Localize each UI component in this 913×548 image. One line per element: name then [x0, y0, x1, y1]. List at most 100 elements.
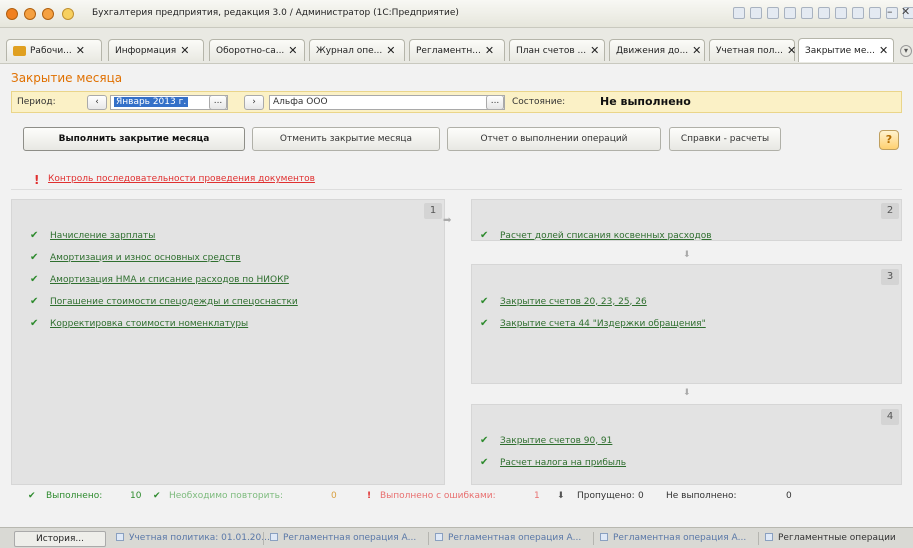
forward-icon[interactable] — [42, 8, 54, 20]
skipped-label: Пропущено: — [577, 491, 635, 501]
sequence-control-link[interactable]: Контроль последовательности проведения д… — [48, 174, 315, 184]
period-prev-button[interactable]: ‹ — [87, 95, 107, 110]
minimize-icon[interactable]: – — [887, 5, 893, 18]
history-item[interactable]: Регламентная операция А... — [596, 531, 750, 547]
warning-icon: ! — [34, 173, 40, 187]
check-icon: ✔ — [30, 252, 39, 263]
list-item: ✔ Закрытие счетов 20, 23, 25, 26 — [480, 296, 647, 307]
period-field[interactable]: Январь 2013 г. ... — [110, 95, 228, 110]
close-icon[interactable]: ✕ — [590, 44, 599, 57]
list-item: ✔ Расчет долей списания косвенных расход… — [480, 230, 712, 241]
tab-turnover[interactable]: Оборотно-са... ✕ — [209, 39, 305, 61]
status-bar: История... Учетная политика: 01.01.20...… — [0, 527, 913, 548]
title-bar: Бухгалтерия предприятия, редакция 3.0 / … — [0, 0, 913, 28]
calendar-icon[interactable] — [801, 7, 813, 19]
tabs-scroll-icon[interactable]: ▾ — [900, 45, 912, 57]
history-item[interactable]: Регламентные операции — [761, 531, 900, 547]
history-item[interactable]: Регламентная операция А... — [266, 531, 420, 547]
period-label: Период: — [17, 97, 56, 107]
home-icon — [13, 45, 26, 56]
close-icon[interactable]: ✕ — [485, 44, 494, 57]
repeat-count: 0 — [331, 491, 337, 501]
save-icon[interactable] — [733, 7, 745, 19]
table-icon[interactable] — [835, 7, 847, 19]
calculator-icon[interactable] — [818, 7, 830, 19]
close-icon[interactable]: ✕ — [787, 44, 796, 57]
close-icon[interactable]: ✕ — [386, 44, 395, 57]
check-icon: ✔ — [28, 491, 36, 501]
panel-number: 2 — [881, 203, 899, 219]
check-icon: ✔ — [480, 318, 489, 329]
references-button[interactable]: Справки - расчеты — [669, 127, 781, 151]
state-label: Состояние: — [512, 97, 566, 107]
check-icon: ✔ — [30, 274, 39, 285]
check-icon: ✔ — [480, 457, 489, 468]
organization-select-button[interactable]: ... — [486, 95, 504, 110]
done-count: 10 — [130, 491, 142, 501]
arrow-down-icon: ⬇ — [683, 388, 691, 398]
run-month-close-button[interactable]: Выполнить закрытие месяца — [23, 127, 245, 151]
tab-reglament[interactable]: Регламентн... ✕ — [409, 39, 505, 61]
repeat-label: Необходимо повторить: — [169, 491, 284, 501]
back-icon[interactable] — [24, 8, 36, 20]
divider — [263, 532, 264, 545]
help-icon[interactable]: ? — [879, 130, 899, 150]
window-title: Бухгалтерия предприятия, редакция 3.0 / … — [92, 8, 459, 18]
partial-check-icon: ✔ — [30, 230, 39, 241]
tab-movements[interactable]: Движения до... ✕ — [609, 39, 705, 61]
tab-month-close[interactable]: Закрытие ме... ✕ — [798, 38, 894, 62]
check-icon: ✔ — [30, 318, 39, 329]
close-icon[interactable]: ✕ — [288, 44, 297, 57]
list-item: ✔ Закрытие счетов 90, 91 — [480, 435, 613, 446]
close-icon[interactable]: ✕ — [692, 44, 701, 57]
toolbar-icons — [733, 7, 913, 19]
list-item: ✔ Амортизация и износ основных средств — [30, 252, 241, 263]
panel-number: 3 — [881, 269, 899, 285]
check-icon: ✔ — [30, 296, 39, 307]
errors-label: Выполнено с ошибками: — [380, 491, 496, 501]
tab-bar: Рабочи... ✕ Информация ✕ Оборотно-са... … — [0, 28, 913, 64]
document-icon — [116, 533, 124, 541]
page-title: Закрытие месяца — [11, 71, 123, 85]
check-icon: ✔ — [480, 296, 489, 307]
organization-field[interactable]: Альфа ООО ... — [269, 95, 505, 110]
history-item[interactable]: Учетная политика: 01.01.20... — [112, 531, 274, 547]
document-icon — [600, 533, 608, 541]
skip-icon: ⬇ — [557, 491, 565, 501]
close-icon[interactable]: ✕ — [879, 44, 888, 57]
preview-icon[interactable] — [767, 7, 779, 19]
check-icon: ✔ — [153, 491, 161, 501]
arrow-right-icon: ➡ — [443, 215, 452, 226]
operations-report-button[interactable]: Отчет о выполнении операций — [447, 127, 661, 151]
divider — [11, 189, 902, 190]
star-icon[interactable] — [784, 7, 796, 19]
divider — [593, 532, 594, 545]
list-item: ✔ Погашение стоимости спецодежды и спецо… — [30, 296, 298, 307]
panel-number: 4 — [881, 409, 899, 425]
skipped-count: 0 — [638, 491, 644, 501]
check-icon: ✔ — [480, 230, 489, 241]
period-select-button[interactable]: ... — [209, 95, 227, 110]
close-icon[interactable]: ✕ — [76, 44, 85, 57]
document-icon — [765, 533, 773, 541]
history-item[interactable]: Регламентная операция А... — [431, 531, 585, 547]
print-icon[interactable] — [750, 7, 762, 19]
memory-plus-icon[interactable] — [869, 7, 881, 19]
tab-info[interactable]: Информация ✕ — [108, 39, 204, 61]
tab-accounting-policy[interactable]: Учетная пол... ✕ — [709, 39, 796, 61]
period-next-button[interactable]: › — [244, 95, 264, 110]
list-item: ✔ Начисление зарплаты — [30, 230, 156, 241]
cancel-month-close-button[interactable]: Отменить закрытие месяца — [252, 127, 440, 151]
tab-chart-of-accounts[interactable]: План счетов ... ✕ — [509, 39, 605, 61]
close-icon[interactable]: ✕ — [180, 44, 189, 57]
tab-desktop[interactable]: Рабочи... ✕ — [6, 39, 102, 61]
tab-journal[interactable]: Журнал опе... ✕ — [309, 39, 405, 61]
panel-1: 1 — [11, 199, 445, 485]
favorites-icon[interactable] — [62, 8, 74, 20]
divider — [758, 532, 759, 545]
history-button[interactable]: История... — [14, 531, 106, 547]
period-bar: Период: ‹ Январь 2013 г. ... › Альфа ООО… — [11, 91, 902, 113]
close-window-icon[interactable]: ✕ — [901, 5, 910, 18]
app-menu-icon[interactable] — [6, 8, 18, 20]
memory-icon[interactable] — [852, 7, 864, 19]
